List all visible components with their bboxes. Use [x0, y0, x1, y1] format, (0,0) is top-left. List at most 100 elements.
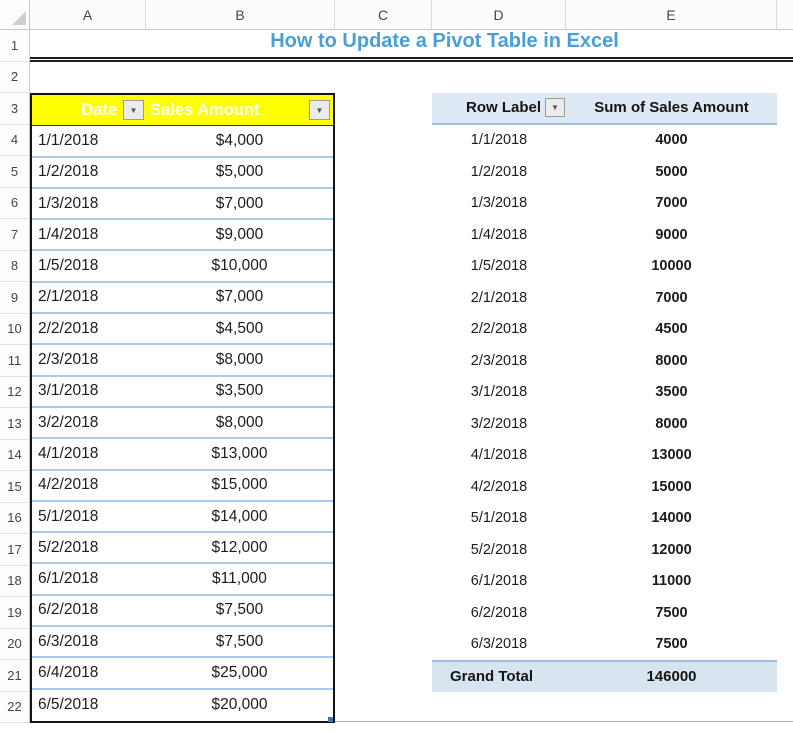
- pivot-cell-date[interactable]: 6/1/2018: [432, 573, 566, 589]
- pivot-cell-value[interactable]: 8000: [566, 353, 777, 369]
- pivot-cell-value[interactable]: 8000: [566, 416, 777, 432]
- pivot-cell-date[interactable]: 6/2/2018: [432, 605, 566, 621]
- row-label-header-cell[interactable]: Row Label ▼: [432, 93, 566, 123]
- pivot-cell-date[interactable]: 6/3/2018: [432, 636, 566, 652]
- pivot-cell-value[interactable]: 14000: [566, 510, 777, 526]
- cell-date[interactable]: 3/1/2018: [32, 382, 146, 400]
- cell-date[interactable]: 5/2/2018: [32, 539, 146, 557]
- cell-date[interactable]: 4/1/2018: [32, 445, 146, 463]
- pivot-cell-date[interactable]: 1/2/2018: [432, 164, 566, 180]
- row-header[interactable]: 11: [0, 345, 30, 377]
- cell-sales-amount[interactable]: $10,000: [146, 257, 333, 275]
- pivot-cell-date[interactable]: 4/1/2018: [432, 447, 566, 463]
- grand-total-label-cell[interactable]: Grand Total: [432, 668, 566, 685]
- cell-date[interactable]: 4/2/2018: [32, 476, 146, 494]
- pivot-cell-date[interactable]: 5/2/2018: [432, 542, 566, 558]
- row-header[interactable]: 4: [0, 124, 30, 156]
- pivot-cell-date[interactable]: 2/3/2018: [432, 353, 566, 369]
- column-header-partial[interactable]: [777, 0, 793, 30]
- pivot-cell-value[interactable]: 3500: [566, 384, 777, 400]
- column-header-b[interactable]: B: [146, 0, 335, 30]
- cell-sales-amount[interactable]: $7,000: [146, 195, 333, 213]
- row-header[interactable]: 2: [0, 61, 30, 93]
- cell-sales-amount[interactable]: $7,000: [146, 288, 333, 306]
- column-header-d[interactable]: D: [432, 0, 566, 30]
- cell-date[interactable]: 2/3/2018: [32, 351, 146, 369]
- row-header[interactable]: 19: [0, 597, 30, 629]
- cell-sales-amount[interactable]: $14,000: [146, 508, 333, 526]
- pivot-cell-date[interactable]: 5/1/2018: [432, 510, 566, 526]
- row-header[interactable]: 10: [0, 313, 30, 345]
- pivot-cell-value[interactable]: 7000: [566, 290, 777, 306]
- cell-sales-amount[interactable]: $13,000: [146, 445, 333, 463]
- cell-date[interactable]: 2/2/2018: [32, 320, 146, 338]
- cell-date[interactable]: 1/5/2018: [32, 257, 146, 275]
- pivot-cell-value[interactable]: 7500: [566, 636, 777, 652]
- row-header[interactable]: 5: [0, 156, 30, 188]
- cell-sales-amount[interactable]: $12,000: [146, 539, 333, 557]
- pivot-cell-date[interactable]: 1/1/2018: [432, 132, 566, 148]
- column-header-c[interactable]: C: [335, 0, 432, 30]
- row-header[interactable]: 3: [0, 93, 30, 125]
- cell-sales-amount[interactable]: $11,000: [146, 570, 333, 588]
- row-label-filter-dropdown-button[interactable]: ▼: [545, 98, 565, 118]
- pivot-cell-date[interactable]: 2/2/2018: [432, 321, 566, 337]
- pivot-cell-value[interactable]: 7500: [566, 605, 777, 621]
- select-all-button[interactable]: [0, 0, 30, 30]
- cell-date[interactable]: 6/5/2018: [32, 696, 146, 714]
- pivot-cell-value[interactable]: 11000: [566, 573, 777, 589]
- grand-total-value-cell[interactable]: 146000: [566, 668, 777, 685]
- pivot-cell-date[interactable]: 1/4/2018: [432, 227, 566, 243]
- pivot-cell-date[interactable]: 4/2/2018: [432, 479, 566, 495]
- cell-sales-amount[interactable]: $8,000: [146, 414, 333, 432]
- date-filter-dropdown-button[interactable]: ▼: [123, 100, 144, 121]
- row-header[interactable]: 22: [0, 691, 30, 723]
- row-header[interactable]: 20: [0, 628, 30, 660]
- row-header[interactable]: 13: [0, 408, 30, 440]
- pivot-cell-value[interactable]: 15000: [566, 479, 777, 495]
- row-header[interactable]: 14: [0, 439, 30, 471]
- row-header[interactable]: 9: [0, 282, 30, 314]
- cell-date[interactable]: 6/1/2018: [32, 570, 146, 588]
- pivot-cell-date[interactable]: 3/2/2018: [432, 416, 566, 432]
- pivot-cell-value[interactable]: 4500: [566, 321, 777, 337]
- cell-date[interactable]: 2/1/2018: [32, 288, 146, 306]
- column-header-e[interactable]: E: [566, 0, 777, 30]
- cell-date[interactable]: 5/1/2018: [32, 508, 146, 526]
- sales-amount-header-cell[interactable]: Sales Amount ▼: [146, 95, 333, 125]
- column-header-a[interactable]: A: [30, 0, 146, 30]
- row-header[interactable]: 6: [0, 187, 30, 219]
- row-header[interactable]: 21: [0, 660, 30, 692]
- pivot-cell-value[interactable]: 4000: [566, 132, 777, 148]
- row-header[interactable]: 18: [0, 565, 30, 597]
- cell-sales-amount[interactable]: $3,500: [146, 382, 333, 400]
- cell-date[interactable]: 3/2/2018: [32, 414, 146, 432]
- pivot-cell-date[interactable]: 1/3/2018: [432, 195, 566, 211]
- date-header-cell[interactable]: Date ▼: [32, 95, 146, 125]
- sheet-title-cell[interactable]: How to Update a Pivot Table in Excel: [30, 30, 793, 62]
- cell-sales-amount[interactable]: $7,500: [146, 601, 333, 619]
- pivot-cell-value[interactable]: 7000: [566, 195, 777, 211]
- row-header[interactable]: 12: [0, 376, 30, 408]
- cell-date[interactable]: 1/2/2018: [32, 163, 146, 181]
- cell-sales-amount[interactable]: $15,000: [146, 476, 333, 494]
- pivot-cell-date[interactable]: 1/5/2018: [432, 258, 566, 274]
- pivot-cell-date[interactable]: 3/1/2018: [432, 384, 566, 400]
- cell-sales-amount[interactable]: $5,000: [146, 163, 333, 181]
- cell-date[interactable]: 1/1/2018: [32, 132, 146, 150]
- cell-sales-amount[interactable]: $8,000: [146, 351, 333, 369]
- cell-sales-amount[interactable]: $4,000: [146, 132, 333, 150]
- row-header[interactable]: 16: [0, 502, 30, 534]
- pivot-cell-value[interactable]: 5000: [566, 164, 777, 180]
- cell-date[interactable]: 6/4/2018: [32, 664, 146, 682]
- cell-date[interactable]: 6/2/2018: [32, 601, 146, 619]
- row-header[interactable]: 8: [0, 250, 30, 282]
- cell-sales-amount[interactable]: $4,500: [146, 320, 333, 338]
- pivot-cell-value[interactable]: 9000: [566, 227, 777, 243]
- cell-sales-amount[interactable]: $7,500: [146, 633, 333, 651]
- table-resize-handle[interactable]: [328, 717, 333, 722]
- cell-date[interactable]: 6/3/2018: [32, 633, 146, 651]
- row-header[interactable]: 17: [0, 534, 30, 566]
- row-header[interactable]: 15: [0, 471, 30, 503]
- row-header[interactable]: 7: [0, 219, 30, 251]
